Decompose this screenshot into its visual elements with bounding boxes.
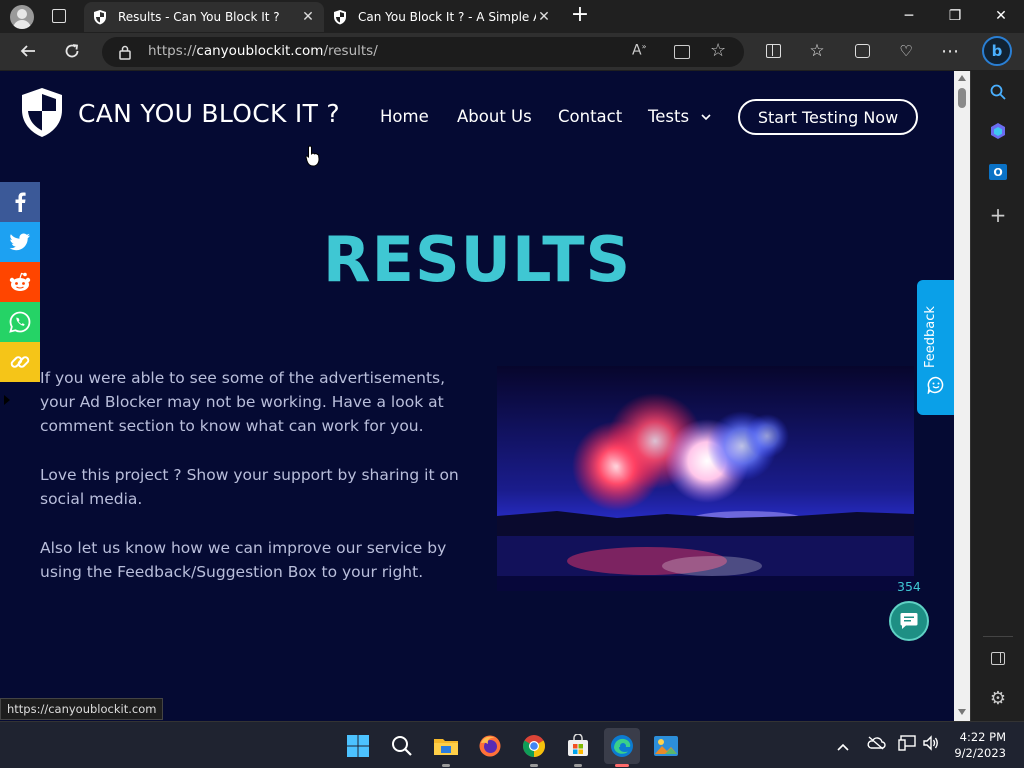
show-hidden-icons-chevron-up-icon[interactable] xyxy=(836,737,850,756)
close-window-button[interactable]: ✕ xyxy=(978,0,1024,32)
read-aloud-icon[interactable]: A» xyxy=(632,42,646,59)
edge-sidebar: O + ⚙ xyxy=(970,71,1024,721)
share-bar-toggle-icon[interactable] xyxy=(4,395,10,405)
page-scrollbar[interactable] xyxy=(954,71,970,721)
comments-chat-button[interactable] xyxy=(889,601,929,641)
page-viewport: CAN YOU BLOCK IT ? Home About Us Contact… xyxy=(0,71,954,721)
nav-about-us[interactable]: About Us xyxy=(457,107,532,126)
nav-home[interactable]: Home xyxy=(380,107,429,126)
hide-sidebar-icon[interactable] xyxy=(985,645,1011,671)
title-bar: Results - Can You Block It ? ✕ Can You B… xyxy=(0,0,1024,33)
shield-logo-icon[interactable] xyxy=(19,86,65,138)
view-counter: 354 xyxy=(897,579,921,594)
share-whatsapp-button[interactable] xyxy=(0,302,40,342)
lock-icon[interactable] xyxy=(118,45,132,60)
taskbar-search-icon[interactable] xyxy=(386,730,418,762)
back-arrow-icon[interactable] xyxy=(13,36,43,66)
feedback-smile-icon xyxy=(927,376,944,394)
bing-copilot-icon[interactable]: b xyxy=(982,36,1012,66)
clock-date: 9/2/2023 xyxy=(954,746,1006,760)
site-logo-text[interactable]: CAN YOU BLOCK IT ? xyxy=(78,99,340,128)
firefox-icon[interactable] xyxy=(474,730,506,762)
minimize-button[interactable]: ─ xyxy=(886,0,932,32)
network-icon[interactable] xyxy=(898,735,916,755)
chat-bubble-icon xyxy=(900,613,918,629)
close-tab-icon[interactable]: ✕ xyxy=(300,9,316,25)
split-screen-icon[interactable] xyxy=(758,36,788,66)
tab-title: Can You Block It ? - A Simple Ad xyxy=(358,10,536,24)
tab-title: Results - Can You Block It ? xyxy=(118,10,280,24)
nav-tests-label: Tests xyxy=(648,107,690,126)
file-explorer-icon[interactable] xyxy=(430,730,462,767)
nav-tests[interactable]: Tests xyxy=(648,107,712,126)
nav-contact[interactable]: Contact xyxy=(558,107,622,126)
intro-paragraph: If you were able to see some of the adve… xyxy=(40,369,446,435)
edge-browser-icon[interactable] xyxy=(604,728,640,767)
link-icon xyxy=(10,356,30,368)
start-testing-button[interactable]: Start Testing Now xyxy=(738,99,918,135)
collections-icon[interactable] xyxy=(847,36,877,66)
windows-taskbar: 4:22 PM 9/2/2023 xyxy=(0,721,1024,768)
feedback-paragraph: Also let us know how we can improve our … xyxy=(40,539,447,581)
scroll-up-arrow-icon[interactable] xyxy=(958,75,966,81)
tab-simple-ad[interactable]: Can You Block It ? - A Simple Ad ✕ xyxy=(324,2,560,32)
profile-avatar[interactable] xyxy=(10,5,34,29)
new-tab-button[interactable]: + xyxy=(568,4,592,28)
onedrive-offline-icon[interactable] xyxy=(866,735,886,754)
copilot-icon[interactable] xyxy=(985,118,1011,144)
favorites-icon[interactable]: ☆ xyxy=(802,36,832,66)
share-link-button[interactable] xyxy=(0,342,40,382)
support-paragraph: Love this project ? Show your support by… xyxy=(40,466,459,508)
system-clock[interactable]: 4:22 PM 9/2/2023 xyxy=(954,729,1006,761)
whatsapp-icon xyxy=(9,311,31,333)
microsoft-store-icon[interactable] xyxy=(562,730,594,767)
photos-app-icon[interactable] xyxy=(650,730,682,762)
clock-time: 4:22 PM xyxy=(959,730,1006,744)
status-bar-url: https://canyoublockit.com xyxy=(0,698,164,720)
browser-toolbar: https://canyoublockit.com/results/ A» ☆ … xyxy=(0,33,1024,70)
chevron-down-icon xyxy=(701,114,711,121)
start-windows-icon[interactable] xyxy=(342,730,374,762)
url-text: https://canyoublockit.com/results/ xyxy=(148,43,378,59)
favorite-star-icon[interactable]: ☆ xyxy=(710,40,726,61)
scroll-down-arrow-icon[interactable] xyxy=(958,709,966,715)
feedback-label: Feedback xyxy=(923,306,938,368)
browser-essentials-icon[interactable]: ♡ xyxy=(891,36,921,66)
tab-actions-icon[interactable] xyxy=(52,9,66,23)
more-menu-icon[interactable]: ⋯ xyxy=(935,36,965,66)
scrollbar-thumb[interactable] xyxy=(958,88,966,108)
address-bar[interactable]: https://canyoublockit.com/results/ A» ☆ xyxy=(102,37,744,67)
close-tab-icon[interactable]: ✕ xyxy=(536,9,552,25)
shield-favicon-icon xyxy=(94,10,106,25)
search-icon[interactable] xyxy=(985,79,1011,105)
volume-icon[interactable] xyxy=(922,735,940,755)
sidebar-settings-gear-icon[interactable]: ⚙ xyxy=(985,685,1011,711)
restore-button[interactable]: ❐ xyxy=(932,0,978,32)
page-title: RESULTS xyxy=(322,223,632,296)
facebook-icon xyxy=(15,192,26,212)
hand-cursor-icon xyxy=(305,145,320,167)
tab-results[interactable]: Results - Can You Block It ? ✕ xyxy=(84,2,324,32)
share-facebook-button[interactable] xyxy=(0,182,40,222)
outlook-icon[interactable]: O xyxy=(985,159,1011,185)
chrome-icon[interactable] xyxy=(518,730,550,767)
sidebar-divider xyxy=(983,636,1013,637)
feedback-tab[interactable]: Feedback xyxy=(917,280,954,415)
fireworks-image xyxy=(497,366,914,591)
add-sidebar-app-icon[interactable]: + xyxy=(985,202,1011,228)
shield-favicon-icon xyxy=(334,10,346,25)
reader-view-icon[interactable] xyxy=(674,45,690,59)
refresh-icon[interactable] xyxy=(57,36,87,66)
